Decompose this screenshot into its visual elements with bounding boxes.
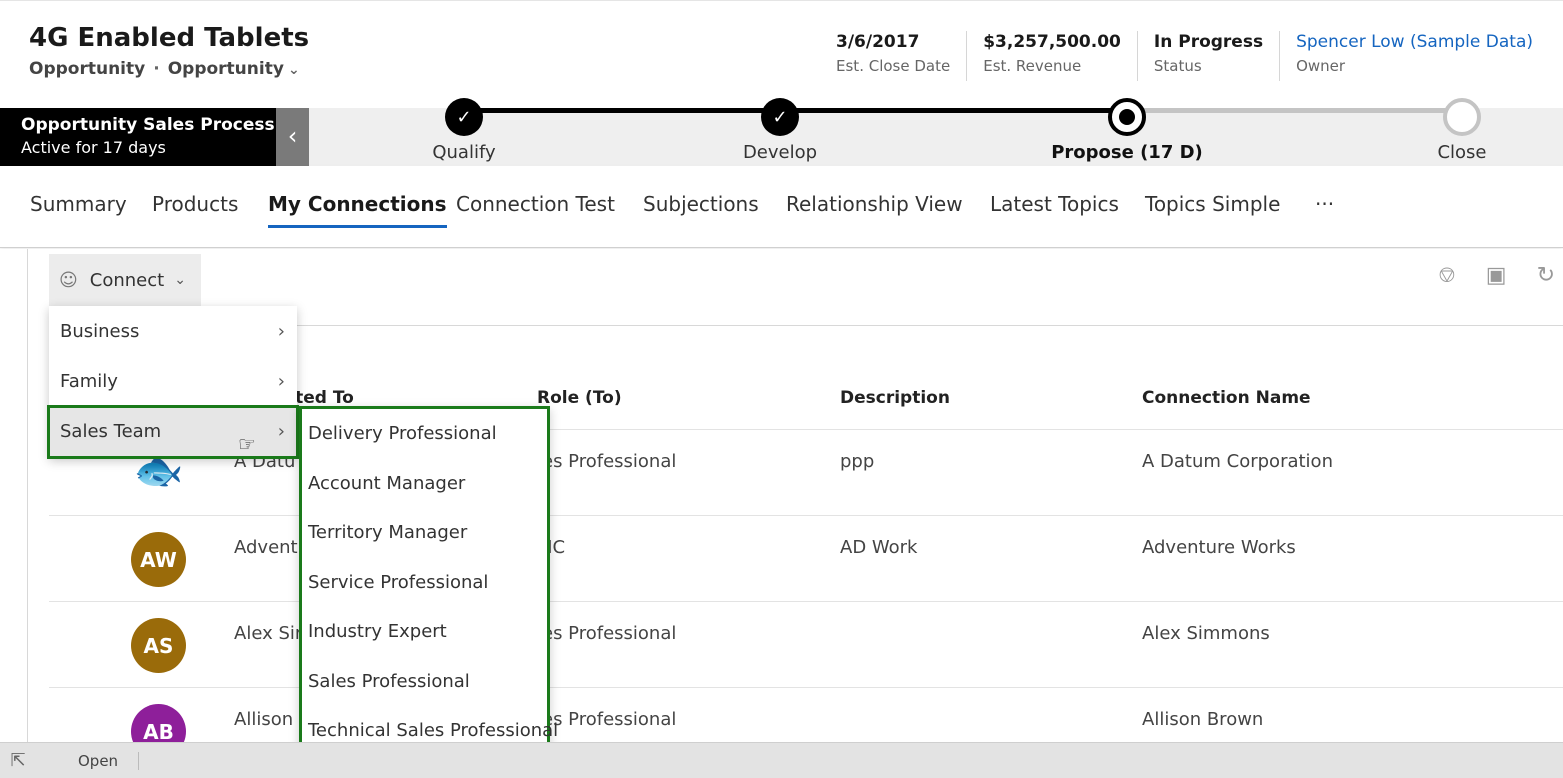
chevron-down-icon: ⌄	[174, 272, 186, 288]
connect-button[interactable]: ☺ Connect ⌄	[49, 254, 201, 306]
chevron-right-icon: ›	[277, 370, 285, 392]
highlight-box	[47, 405, 299, 459]
tab-products[interactable]: Products	[152, 192, 238, 216]
header-field-revenue: $3,257,500.00 Est. Revenue	[966, 31, 1137, 81]
avatar: AS	[131, 618, 186, 673]
status-bar: ⇱ Open	[0, 742, 1563, 778]
record-title: 4G Enabled Tablets	[29, 23, 310, 53]
table-row[interactable]: AB Allison les Professional Allison Brow…	[49, 687, 1563, 759]
check-icon: ✓	[761, 98, 799, 136]
form-tabs: Summary Products My Connections Connecti…	[0, 166, 1563, 248]
bpf-process-label[interactable]: Opportunity Sales Process Active for 17 …	[0, 108, 276, 166]
table-row[interactable]: AS Alex Sir les Professional Alex Simmon…	[49, 601, 1563, 687]
tab-relationship-view[interactable]: Relationship View	[786, 192, 963, 216]
column-header-connection-name[interactable]: Connection Name	[1142, 388, 1311, 408]
submenu-item-account-manager[interactable]: Account Manager	[302, 459, 547, 509]
check-icon: ✓	[445, 98, 483, 136]
subtitle-separator: ·	[153, 59, 160, 79]
sales-team-submenu: Delivery Professional Account Manager Te…	[299, 406, 558, 755]
tab-subjections[interactable]: Subjections	[643, 192, 759, 216]
record-header: 4G Enabled Tablets Opportunity · Opportu…	[0, 0, 1563, 108]
refresh-icon[interactable]: ↻	[1537, 263, 1555, 288]
owner-link[interactable]: Spencer Low (Sample Data)	[1296, 31, 1533, 53]
entity-name: Opportunity	[29, 59, 146, 79]
stage-propose[interactable]: Propose (17 D)	[1027, 98, 1227, 163]
column-header-description[interactable]: Description	[840, 388, 950, 408]
chevron-down-icon: ⌄	[287, 62, 300, 78]
chevron-right-icon: ›	[277, 320, 285, 342]
more-tabs-button[interactable]: ···	[1315, 192, 1334, 216]
business-process-flow: Opportunity Sales Process Active for 17 …	[0, 98, 1563, 166]
stage-qualify[interactable]: ✓ Qualify	[364, 98, 564, 163]
tab-summary[interactable]: Summary	[30, 192, 127, 216]
submenu-item-territory-manager[interactable]: Territory Manager	[302, 508, 547, 558]
hand-cursor-icon: ☞	[238, 432, 256, 456]
submenu-item-service-professional[interactable]: Service Professional	[302, 558, 547, 608]
open-new-window-icon[interactable]: ⇱	[0, 750, 36, 771]
submenu-item-sales-professional[interactable]: Sales Professional	[302, 657, 547, 707]
tab-topics-simple[interactable]: Topics Simple	[1145, 192, 1280, 216]
open-button[interactable]: Open	[78, 751, 140, 770]
pending-stage-icon	[1443, 98, 1481, 136]
menu-item-business[interactable]: Business ›	[49, 306, 297, 356]
active-stage-icon	[1108, 98, 1146, 136]
grid-tools: ⎊ ▣ ↻	[1438, 263, 1555, 288]
stage-close[interactable]: Close	[1362, 98, 1562, 163]
table-row[interactable]: AW Advent MC AD Work Adventure Works	[49, 515, 1563, 601]
submenu-item-industry-expert[interactable]: Industry Expert	[302, 607, 547, 657]
bpf-collapse-button[interactable]: ‹	[276, 108, 309, 166]
submenu-item-delivery-professional[interactable]: Delivery Professional	[302, 409, 547, 459]
tab-my-connections[interactable]: My Connections	[268, 192, 447, 228]
record-subtitle: Opportunity · Opportunity ⌄	[29, 59, 300, 79]
header-fields: 3/6/2017 Est. Close Date $3,257,500.00 E…	[820, 31, 1549, 81]
tab-connection-test[interactable]: Connection Test	[456, 192, 615, 216]
avatar: AW	[131, 532, 186, 587]
column-header-role[interactable]: Role (To)	[537, 388, 622, 408]
stage-develop[interactable]: ✓ Develop	[680, 98, 880, 163]
header-field-close-date: 3/6/2017 Est. Close Date	[836, 32, 951, 75]
form-selector[interactable]: Opportunity ⌄	[168, 59, 300, 79]
header-field-owner: Spencer Low (Sample Data) Owner	[1279, 31, 1549, 81]
flow-icon[interactable]: ⎊	[1438, 263, 1456, 288]
expand-icon[interactable]: ▣	[1486, 263, 1507, 288]
header-field-status: In Progress Status	[1136, 31, 1279, 81]
tab-latest-topics[interactable]: Latest Topics	[990, 192, 1119, 216]
menu-item-family[interactable]: Family ›	[49, 356, 297, 406]
section-border	[27, 249, 28, 742]
people-icon: ☺	[59, 269, 78, 291]
